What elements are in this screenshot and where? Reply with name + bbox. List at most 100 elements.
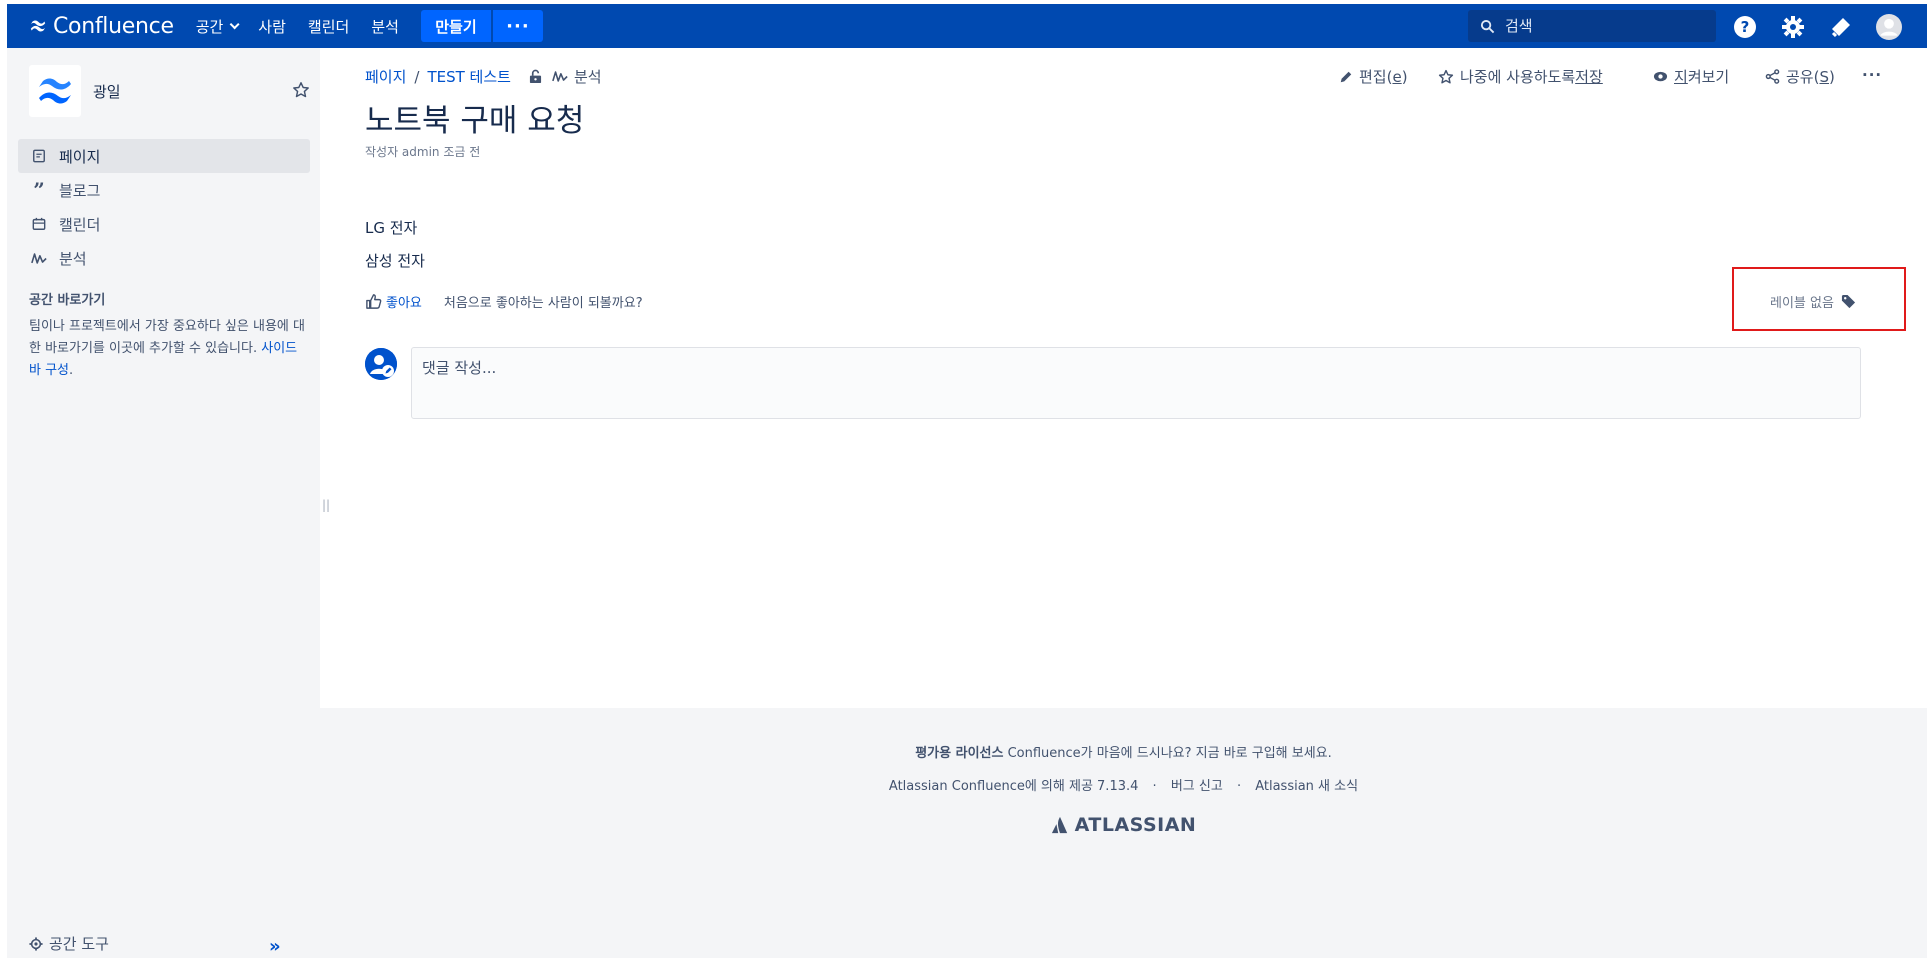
brand-name: Confluence bbox=[53, 13, 174, 39]
body-paragraph: 삼성 전자 bbox=[365, 252, 425, 270]
license-notice: 평가용 라이선스 Confluence가 마음에 드시나요? 지금 바로 구입해… bbox=[320, 742, 1927, 761]
save-key: 저장 bbox=[1575, 68, 1603, 86]
calendar-icon bbox=[30, 215, 48, 233]
nav-spaces[interactable]: 공간 bbox=[195, 16, 240, 37]
page-footer: 평가용 라이선스 Confluence가 마음에 드시나요? 지금 바로 구입해… bbox=[320, 708, 1927, 958]
chevron-down-icon bbox=[229, 18, 240, 29]
like-button[interactable]: 좋아요 bbox=[365, 292, 422, 311]
space-name[interactable]: 광일 bbox=[93, 81, 121, 102]
nav-calendar[interactable]: 캘린더 bbox=[308, 16, 349, 37]
footer-separator: · bbox=[1236, 779, 1242, 794]
edit-button[interactable]: 편집(e) bbox=[1339, 66, 1408, 87]
breadcrumb: 페이지 / TEST 테스트 분석 bbox=[365, 66, 602, 87]
left-edge bbox=[0, 0, 7, 958]
report-bug-link[interactable]: 버그 신고 bbox=[1171, 779, 1223, 794]
user-edit-icon bbox=[365, 348, 397, 380]
atlassian-logo[interactable]: ATLASSIAN bbox=[320, 814, 1927, 836]
confluence-logo[interactable]: Confluence bbox=[29, 14, 174, 39]
shortcuts-period: . bbox=[69, 363, 74, 378]
nav-analytics-label: 분석 bbox=[371, 17, 399, 36]
share-key: S bbox=[1819, 67, 1829, 86]
search-icon bbox=[1480, 19, 1495, 33]
tag-icon[interactable] bbox=[1841, 294, 1856, 309]
atlassian-news-link[interactable]: Atlassian 새 소식 bbox=[1255, 779, 1358, 794]
labels-area[interactable]: 레이블 없음 bbox=[1770, 292, 1856, 311]
thumbs-up-icon bbox=[366, 294, 382, 309]
sidebar-item-calendar[interactable]: 캘린더 bbox=[18, 207, 310, 241]
sidebar-item-pages[interactable]: 페이지 bbox=[18, 139, 310, 173]
top-navigation: Confluence 공간 사람 캘린더 분석 만들기 ··· ? bbox=[7, 4, 1927, 48]
share-label: 공유( bbox=[1786, 68, 1820, 86]
settings-gear-icon[interactable] bbox=[1780, 14, 1806, 40]
footer-separator: · bbox=[1152, 779, 1157, 794]
powered-by-link[interactable]: Atlassian Confluence에 의해 제공 7.13.4 bbox=[889, 779, 1138, 794]
sidebar-item-label: 페이지 bbox=[59, 147, 101, 166]
edit-label-end: ) bbox=[1401, 67, 1408, 86]
more-actions-button[interactable]: ··· bbox=[1862, 66, 1882, 84]
sidebar-item-label: 블로그 bbox=[59, 181, 101, 200]
user-avatar-icon[interactable] bbox=[1876, 14, 1902, 40]
sidebar-resize-handle[interactable]: || bbox=[322, 498, 330, 512]
page-icon bbox=[30, 147, 48, 165]
collapse-sidebar-icon[interactable]: » bbox=[269, 936, 281, 957]
watch-button[interactable]: 지 켜보기 bbox=[1653, 66, 1729, 87]
breadcrumb-test[interactable]: TEST 테스트 bbox=[427, 66, 511, 87]
sidebar-item-label: 분석 bbox=[59, 249, 87, 268]
nav-spaces-label: 공간 bbox=[195, 17, 224, 36]
help-icon[interactable]: ? bbox=[1732, 14, 1758, 40]
like-hint: 처음으로 좋아하는 사람이 되볼까요? bbox=[443, 296, 643, 311]
no-labels-text: 레이블 없음 bbox=[1770, 296, 1834, 311]
breadcrumb-separator: / bbox=[414, 67, 420, 86]
search-box[interactable] bbox=[1468, 10, 1716, 42]
like-row: 좋아요 처음으로 좋아하는 사람이 되볼까요? bbox=[365, 292, 643, 311]
share-button[interactable]: 공유(S) bbox=[1765, 66, 1835, 87]
nav-people-label: 사람 bbox=[258, 17, 286, 36]
watch-label: 켜보기 bbox=[1687, 68, 1730, 86]
like-label: 좋아요 bbox=[386, 296, 422, 311]
app-frame: Confluence 공간 사람 캘린더 분석 만들기 ··· ? 광일 페이지… bbox=[0, 0, 1927, 958]
nav-calendar-label: 캘린더 bbox=[307, 17, 350, 36]
save-for-later-button[interactable]: 나중에 사용하도록 저장 bbox=[1438, 66, 1603, 87]
space-tools-label: 공간 도구 bbox=[49, 935, 109, 953]
edit-label: 편집( bbox=[1359, 68, 1393, 86]
shortcuts-description: 팀이나 프로젝트에서 가장 중요하다 싶은 내용에 대한 바로가기를 이곳에 추… bbox=[29, 316, 309, 382]
breadcrumb-analytics[interactable]: 분석 bbox=[574, 66, 602, 87]
atlassian-wordmark: ATLASSIAN bbox=[1074, 814, 1197, 836]
confluence-logo-icon bbox=[30, 20, 46, 32]
space-header[interactable]: 광일 bbox=[29, 65, 121, 117]
analytics-icon bbox=[552, 70, 568, 83]
edit-key: e bbox=[1392, 67, 1402, 86]
nav-analytics[interactable]: 분석 bbox=[371, 16, 399, 37]
analytics-icon bbox=[30, 249, 48, 267]
watch-key: 지 bbox=[1674, 68, 1688, 86]
space-logo[interactable] bbox=[29, 65, 81, 117]
create-more-button[interactable]: ··· bbox=[492, 10, 543, 42]
body-paragraph: LG 전자 bbox=[365, 219, 418, 237]
nav-people[interactable]: 사람 bbox=[258, 16, 286, 37]
search-input[interactable] bbox=[1505, 17, 1705, 35]
page-byline: 작성자 admin 조금 전 bbox=[365, 145, 481, 159]
share-label-end: ) bbox=[1828, 67, 1835, 86]
license-text[interactable]: Confluence가 마음에 드시나요? 지금 바로 구입해 보세요. bbox=[1003, 746, 1332, 761]
sidebar-item-label: 캘린더 bbox=[59, 215, 101, 234]
license-bold: 평가용 라이선스 bbox=[915, 746, 1004, 761]
space-tools-button[interactable]: 공간 도구 bbox=[29, 933, 109, 954]
sidebar-item-blog[interactable]: ” 블로그 bbox=[18, 173, 310, 207]
shortcuts-title: 공간 바로가기 bbox=[29, 293, 106, 308]
create-button[interactable]: 만들기 bbox=[420, 10, 491, 42]
unlock-icon[interactable] bbox=[529, 69, 542, 84]
footer-links: Atlassian Confluence에 의해 제공 7.13.4 · 버그 … bbox=[320, 775, 1927, 794]
share-icon bbox=[1765, 69, 1780, 84]
star-outline-icon bbox=[1438, 69, 1454, 83]
pencil-icon bbox=[1340, 71, 1352, 82]
save-label: 나중에 사용하도록 bbox=[1460, 68, 1576, 86]
notifications-megaphone-icon[interactable] bbox=[1828, 14, 1854, 40]
comment-input[interactable]: 댓글 작성... bbox=[411, 347, 1861, 419]
confluence-space-icon bbox=[39, 78, 71, 104]
commenter-avatar bbox=[365, 348, 397, 380]
sidebar-item-analytics[interactable]: 분석 bbox=[18, 241, 310, 275]
breadcrumb-pages[interactable]: 페이지 bbox=[365, 66, 406, 87]
page-title: 노트북 구매 요청 bbox=[365, 103, 585, 139]
star-icon[interactable] bbox=[292, 81, 310, 103]
quote-icon: ” bbox=[33, 178, 45, 202]
